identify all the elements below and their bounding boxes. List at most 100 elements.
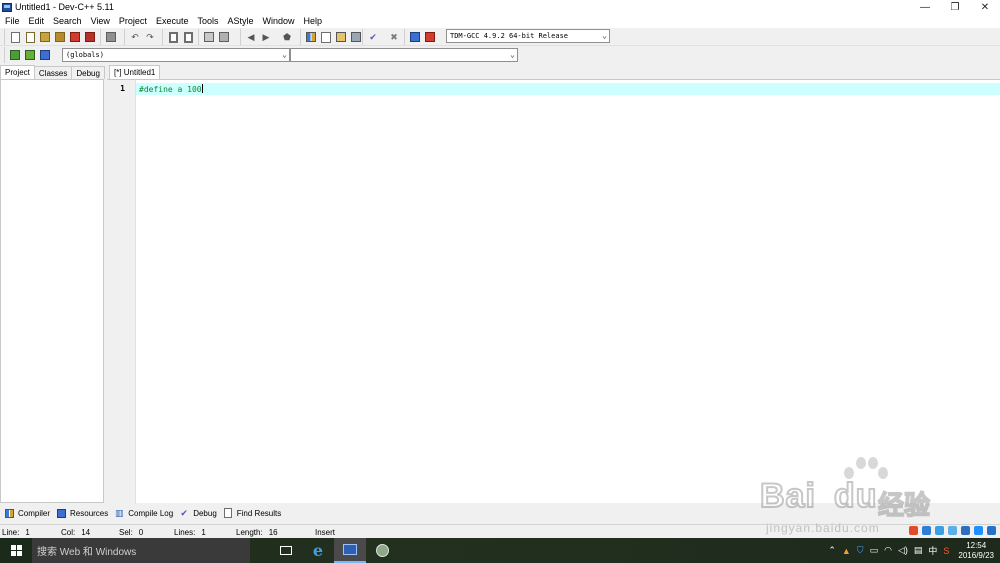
code-editor[interactable]: 1 #define a 100 <box>107 79 1000 504</box>
open-file-icon[interactable] <box>24 31 36 43</box>
bookmark-icon[interactable] <box>39 49 51 61</box>
task-view-button[interactable] <box>270 538 302 563</box>
project-panel[interactable] <box>0 79 104 503</box>
battery-icon[interactable]: ▭ <box>870 545 879 556</box>
status-bar: Line: 1 Col: 14 Sel: 0 Lines: 1 Length: 16 In… <box>0 524 1000 538</box>
indent-icon[interactable]: ▶ <box>260 31 272 43</box>
taskbar-search-box[interactable]: 搜索 Web 和 Windows <box>32 538 250 563</box>
tab-classes[interactable]: Classes <box>33 66 73 79</box>
stop-execution-icon[interactable]: ✖ <box>388 31 400 43</box>
close-button[interactable]: ✕ <box>970 0 1000 14</box>
tab-debug-bottom[interactable]: ✔ Debug <box>179 508 217 518</box>
security-alert-icon[interactable]: ▲ <box>842 546 851 556</box>
menu-astyle[interactable]: AStyle <box>222 16 257 26</box>
punctuation-icon[interactable] <box>935 526 944 535</box>
code-line[interactable]: #define a 100 <box>139 84 203 94</box>
tab-resources[interactable]: Resources <box>56 508 108 518</box>
shield-icon[interactable]: ⛉ <box>857 545 864 556</box>
wrench-icon[interactable] <box>987 526 996 535</box>
edge-taskbar-button[interactable]: e <box>302 538 334 563</box>
close-file-icon[interactable] <box>69 31 81 43</box>
shirt-icon[interactable] <box>974 526 983 535</box>
devcpp-taskbar-button[interactable] <box>334 538 366 563</box>
emoji-icon[interactable] <box>948 526 957 535</box>
menu-view[interactable]: View <box>86 16 114 26</box>
shield-icon[interactable]: ⬟ <box>281 31 293 43</box>
find-icon[interactable] <box>167 31 179 43</box>
start-button[interactable] <box>0 538 32 563</box>
system-tray: ⌃ ▲ ⛉ ▭ ◠ ◁) ▤ 中 S 12:54 2016/9/23 <box>825 538 1000 563</box>
tab-debug[interactable]: Debug <box>71 66 105 79</box>
file-toolbar-group <box>4 29 99 45</box>
print-icon[interactable] <box>105 31 117 43</box>
insert-icon[interactable] <box>9 49 21 61</box>
menu-project[interactable]: Project <box>114 16 151 26</box>
function-select[interactable]: ⌄ <box>290 48 518 62</box>
chevron-up-icon[interactable]: ⌃ <box>828 545 836 556</box>
scope-select[interactable]: (globals) ⌄ <box>62 48 290 62</box>
tab-find-results[interactable]: Find Results <box>223 508 281 518</box>
menu-tools[interactable]: Tools <box>192 16 222 26</box>
notification-icon[interactable]: ▤ <box>914 545 923 556</box>
menu-window[interactable]: Window <box>258 16 299 26</box>
debug-bug-icon[interactable] <box>424 31 436 43</box>
menu-file[interactable]: File <box>0 16 24 26</box>
status-lines-value: 1 <box>201 528 206 537</box>
tab-compiler-label: Compiler <box>18 508 51 518</box>
find-results-icon <box>223 508 233 518</box>
window-title: Untitled1 - Dev-C++ 5.11 <box>15 2 114 12</box>
sogou-icon[interactable]: S <box>943 546 949 556</box>
goto-line-icon[interactable] <box>203 31 215 43</box>
new-file-icon[interactable] <box>9 31 21 43</box>
check-syntax-icon[interactable]: ✔ <box>367 31 379 43</box>
undo-icon[interactable]: ↶ <box>129 31 141 43</box>
compiler-select[interactable]: TDM-GCC 4.9.2 64-bit Release ⌄ <box>446 29 610 43</box>
keyboard-icon[interactable] <box>961 526 970 535</box>
save-all-icon[interactable] <box>54 31 66 43</box>
profile-chart-icon[interactable] <box>409 31 421 43</box>
compiler-grid-icon <box>4 508 14 518</box>
unindent-icon[interactable]: ◀ <box>245 31 257 43</box>
taskbar-clock[interactable]: 12:54 2016/9/23 <box>958 541 994 561</box>
menu-execute[interactable]: Execute <box>151 16 193 26</box>
secondary-toolbar: (globals) ⌄ ⌄ <box>0 46 1000 64</box>
sogou-ime-icon[interactable] <box>909 526 918 535</box>
devcpp-app-icon <box>2 2 12 12</box>
save-icon[interactable] <box>39 31 51 43</box>
close-all-icon[interactable] <box>84 31 96 43</box>
left-panel-tabs: Project Classes Debug <box>0 65 105 79</box>
tab-resources-label: Resources <box>70 508 109 518</box>
current-line-highlight <box>136 83 1000 95</box>
toggle-bookmark-icon[interactable] <box>218 31 230 43</box>
restore-button[interactable]: ❐ <box>940 0 970 14</box>
taskbar-search-placeholder: 搜索 Web 和 Windows <box>37 547 137 558</box>
devcpp-icon <box>343 544 357 555</box>
bottom-tabs: Compiler Resources ▥ Compile Log ✔ Debug… <box>0 505 1000 521</box>
replace-icon[interactable] <box>182 31 194 43</box>
menu-search[interactable]: Search <box>48 16 86 26</box>
tab-untitled1[interactable]: [*] Untitled1 <box>109 65 161 79</box>
new-project-icon[interactable] <box>305 31 317 43</box>
compiler-select-value: TDM-GCC 4.9.2 64-bit Release <box>450 32 569 40</box>
minimize-button[interactable]: — <box>910 0 940 14</box>
tab-project[interactable]: Project <box>0 65 35 79</box>
code-line-text: #define a 100 <box>139 85 202 94</box>
window-controls: — ❐ ✕ <box>910 0 1000 14</box>
goto-declaration-icon[interactable] <box>24 49 36 61</box>
class-browser-icon[interactable] <box>350 31 362 43</box>
volume-icon[interactable]: ◁) <box>898 545 908 556</box>
redo-icon[interactable]: ↷ <box>144 31 156 43</box>
tab-compiler[interactable]: Compiler <box>4 508 50 518</box>
wifi-icon[interactable]: ◠ <box>884 545 892 556</box>
tab-debug-label: Debug <box>193 508 217 518</box>
window-layout-icon[interactable] <box>335 31 347 43</box>
menu-edit[interactable]: Edit <box>24 16 49 26</box>
menu-help[interactable]: Help <box>299 16 327 26</box>
app-taskbar-button[interactable] <box>366 538 398 563</box>
ime-mode-icon[interactable] <box>922 526 931 535</box>
status-length-label: Length: <box>236 528 263 537</box>
chart-icon: ▥ <box>115 507 124 518</box>
tab-compile-log[interactable]: ▥ Compile Log <box>114 508 173 518</box>
ime-language[interactable]: 中 <box>928 544 937 557</box>
project-options-icon[interactable] <box>320 31 332 43</box>
